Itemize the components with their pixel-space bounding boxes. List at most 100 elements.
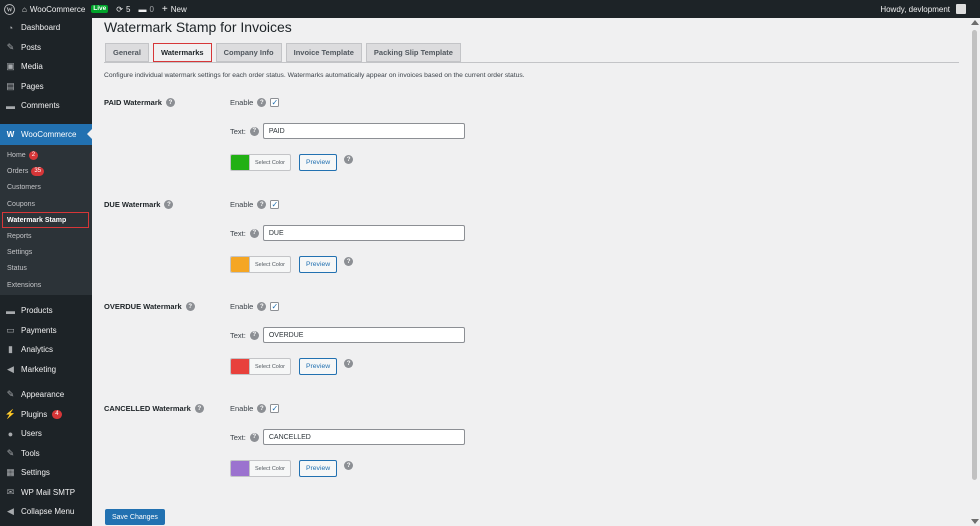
submenu-item-status[interactable]: Status [0,261,92,277]
enable-checkbox[interactable]: ✓ [270,404,280,413]
sidebar-item-plugins[interactable]: ⚡ Plugins 4 [0,405,92,425]
tab-company-info[interactable]: Company Info [215,43,282,62]
color-picker-button[interactable]: Select Color [230,358,291,375]
scrollbar-thumb[interactable] [972,30,977,480]
submenu-item-settings[interactable]: Settings [0,245,92,261]
collapse-icon: ◀ [7,506,14,517]
tab-general[interactable]: General [105,43,149,62]
sidebar-item-dashboard[interactable]: ◔ Dashboard [0,18,92,38]
save-changes-button[interactable]: Save Changes [105,509,165,525]
refresh-icon: ⟳ [116,4,123,14]
new-label: New [170,4,187,14]
help-icon[interactable]: ? [165,98,175,107]
section-label: DUE Watermark? [104,200,174,209]
help-icon[interactable]: ? [257,200,267,209]
enable-checkbox[interactable]: ✓ [270,200,280,209]
sidebar-item-tools[interactable]: ✎ Tools [0,444,92,464]
sidebar-item-label: Dashboard [21,23,61,33]
help-icon[interactable]: ? [185,302,195,311]
help-icon[interactable]: ? [344,155,354,164]
text-label: Text: [230,126,246,136]
home-icon: ⌂ [22,4,27,14]
sidebar-item-label: Comments [21,101,60,111]
tab-packing-slip-template[interactable]: Packing Slip Template [365,43,461,62]
enable-label: Enable [230,404,254,413]
select-color-label: Select Color [249,461,290,476]
color-swatch [231,155,249,170]
sidebar-item-analytics[interactable]: ▮ Analytics [0,340,92,360]
preview-button[interactable]: Preview [298,358,338,375]
watermark-text-input[interactable]: OVERDUE [262,327,465,343]
submenu-item-label: Home [7,152,26,160]
help-icon[interactable]: ? [249,330,259,340]
color-picker-button[interactable]: Select Color [230,256,291,273]
dashboard-icon: ◔ [7,22,14,33]
preview-button[interactable]: Preview [298,154,338,171]
wordpress-logo-icon[interactable]: W [0,0,18,18]
sidebar-item-payments[interactable]: ▭ Payments [0,321,92,341]
page-scrollbar[interactable] [970,18,980,526]
submenu-item-reports[interactable]: Reports [0,228,92,244]
submenu-item-coupons[interactable]: Coupons [0,196,92,212]
sidebar-item-posts[interactable]: ✎ Posts [0,38,92,58]
sidebar-item-comments[interactable]: ▬ Comments [0,96,92,116]
help-icon[interactable]: ? [257,302,267,311]
submenu-item-customers[interactable]: Customers [0,180,92,196]
section-label-text: OVERDUE Watermark [104,302,182,311]
sidebar-item-label: Payments [21,325,57,335]
sidebar-item-media[interactable]: ▣ Media [0,57,92,77]
help-icon[interactable]: ? [257,404,267,413]
text-row: Text:? OVERDUE [230,327,465,343]
help-icon[interactable]: ? [344,257,354,266]
site-name-link[interactable]: ⌂ WooCommerce Live [18,0,112,18]
enable-label: Enable [230,200,254,209]
help-icon[interactable]: ? [249,126,259,136]
watermark-text-input[interactable]: DUE [262,225,465,241]
help-icon[interactable]: ? [257,98,267,107]
update-count-badge: 4 [52,409,62,419]
color-swatch [231,461,249,476]
comments-link[interactable]: ▬ 0 [134,0,157,18]
watermark-text-input[interactable]: PAID [262,123,465,139]
sidebar-item-settings[interactable]: ▦ Settings [0,463,92,483]
help-icon[interactable]: ? [344,461,354,470]
count-badge: 35 [31,167,45,177]
submenu-item-home[interactable]: Home 2 [0,148,92,164]
sidebar-item-appearance[interactable]: ✎ Appearance [0,385,92,405]
sidebar-item-users[interactable]: ● Users [0,424,92,444]
submenu-item-extensions[interactable]: Extensions [0,277,92,293]
help-icon[interactable]: ? [344,359,354,368]
sidebar-item-pages[interactable]: ▤ Pages [0,77,92,97]
sidebar-item-marketing[interactable]: ◀ Marketing [0,360,92,380]
help-icon[interactable]: ? [249,432,259,442]
submenu-item-orders[interactable]: Orders 35 [0,164,92,180]
help-icon[interactable]: ? [164,200,174,209]
new-content-link[interactable]: + New [158,0,191,18]
preview-button[interactable]: Preview [298,256,338,273]
sidebar-item-woocommerce[interactable]: W WooCommerce [0,123,92,145]
help-icon[interactable]: ? [249,228,259,238]
sidebar-item-collapse-menu[interactable]: ◀ Collapse Menu [0,502,92,522]
sidebar-item-wp-mail-smtp[interactable]: ✉ WP Mail SMTP [0,483,92,503]
sidebar-item-products[interactable]: ▬ Products [0,301,92,321]
scroll-down-arrow-icon[interactable] [971,519,979,524]
enable-checkbox[interactable]: ✓ [270,98,280,107]
color-picker-button[interactable]: Select Color [230,154,291,171]
help-icon[interactable]: ? [194,404,204,413]
tab-watermarks[interactable]: Watermarks [152,43,212,62]
site-name: WooCommerce [29,4,86,14]
color-picker-button[interactable]: Select Color [230,460,291,477]
preview-button[interactable]: Preview [298,460,338,477]
enable-row: Enable? ✓ [230,98,280,107]
sidebar-item-label: Users [21,429,42,439]
section-label: CANCELLED Watermark? [104,404,204,413]
updates-link[interactable]: ⟳ 5 [112,0,134,18]
enable-checkbox[interactable]: ✓ [270,302,280,311]
pin-icon: ✎ [6,41,15,52]
my-account-link[interactable]: Howdy, devlopment [876,0,980,18]
watermark-text-input[interactable]: CANCELLED [262,429,465,445]
scroll-up-arrow-icon[interactable] [971,20,979,25]
submenu-item-watermark-stamp[interactable]: Watermark Stamp [2,212,89,228]
enable-row: Enable? ✓ [230,200,280,209]
tab-invoice-template[interactable]: Invoice Template [285,43,362,62]
